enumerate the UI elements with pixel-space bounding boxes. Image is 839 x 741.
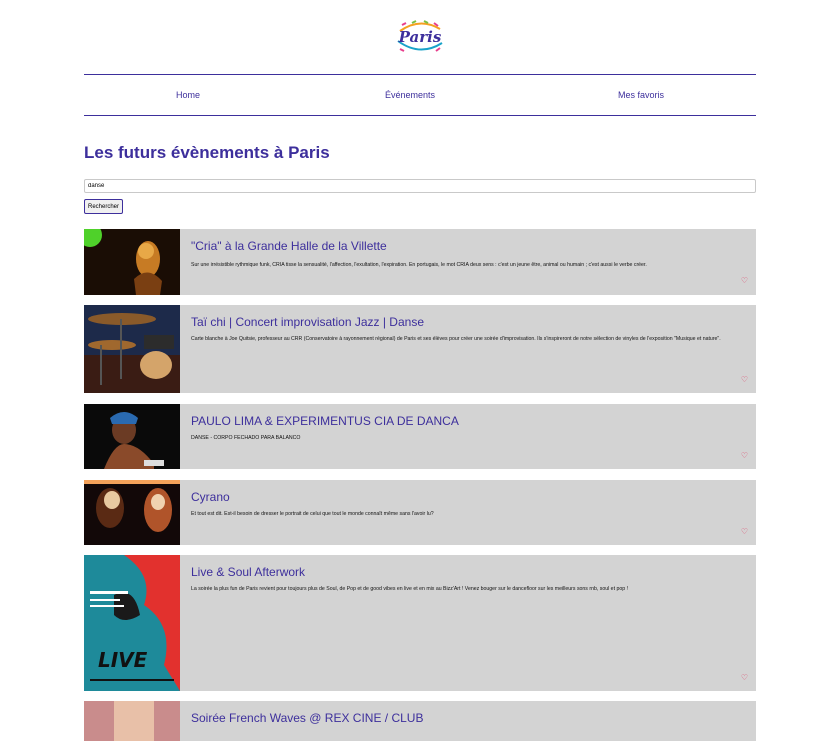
event-card[interactable]: "Cria" à la Grande Halle de la Villette … bbox=[84, 229, 756, 295]
event-title[interactable]: Taï chi | Concert improvisation Jazz | D… bbox=[191, 315, 424, 329]
event-thumbnail bbox=[84, 305, 180, 393]
event-thumbnail bbox=[84, 480, 180, 545]
event-card[interactable]: Soirée French Waves @ REX CINE / CLUB bbox=[84, 701, 756, 741]
favorite-heart-icon[interactable]: ♡ bbox=[741, 674, 748, 682]
event-card[interactable]: LIVE Live & Soul Afterwork La soirée la … bbox=[84, 555, 756, 691]
event-title[interactable]: "Cria" à la Grande Halle de la Villette bbox=[191, 239, 387, 253]
event-thumbnail bbox=[84, 229, 180, 295]
event-title[interactable]: Soirée French Waves @ REX CINE / CLUB bbox=[191, 711, 423, 725]
event-card[interactable]: Cyrano Et tout est dit. Est-il besoin de… bbox=[84, 480, 756, 545]
svg-text:LIVE: LIVE bbox=[98, 648, 148, 672]
event-title[interactable]: PAULO LIMA & EXPERIMENTUS CIA DE DANCA bbox=[191, 414, 459, 428]
favorite-heart-icon[interactable]: ♡ bbox=[741, 376, 748, 384]
favorite-heart-icon[interactable]: ♡ bbox=[741, 452, 748, 460]
main-nav: Home Événements Mes favoris bbox=[84, 74, 756, 116]
event-title[interactable]: Cyrano bbox=[191, 490, 230, 504]
search-input[interactable] bbox=[84, 179, 756, 193]
nav-events-link[interactable]: Événements bbox=[385, 90, 435, 100]
event-thumbnail: LIVE bbox=[84, 555, 180, 691]
event-description: Sur une irrésistible rythmique funk, CRI… bbox=[191, 262, 647, 268]
event-title[interactable]: Live & Soul Afterwork bbox=[191, 565, 305, 579]
search-button[interactable]: Rechercher bbox=[84, 199, 123, 214]
event-description: DANSE - CORPO FECHADO PARA BALANCO bbox=[191, 435, 301, 441]
event-description: Et tout est dit. Est-il besoin de dresse… bbox=[191, 511, 434, 517]
event-description: Carte blanche à Joe Quitsie, professeur … bbox=[191, 336, 721, 342]
event-card[interactable]: PAULO LIMA & EXPERIMENTUS CIA DE DANCA D… bbox=[84, 404, 756, 469]
event-thumbnail bbox=[84, 404, 180, 469]
page-title: Les futurs évènements à Paris bbox=[84, 143, 330, 162]
event-card[interactable]: Taï chi | Concert improvisation Jazz | D… bbox=[84, 305, 756, 393]
favorite-heart-icon[interactable]: ♡ bbox=[741, 528, 748, 536]
paris-logo[interactable]: Paris bbox=[392, 13, 448, 61]
svg-text:Paris: Paris bbox=[398, 28, 442, 46]
nav-favorites-link[interactable]: Mes favoris bbox=[618, 90, 664, 100]
event-description: La soirée la plus fun de Paris revient p… bbox=[191, 586, 628, 592]
event-thumbnail bbox=[84, 701, 180, 741]
nav-home-link[interactable]: Home bbox=[176, 90, 200, 100]
favorite-heart-icon[interactable]: ♡ bbox=[741, 277, 748, 285]
paris-logo-icon: Paris bbox=[397, 15, 443, 59]
